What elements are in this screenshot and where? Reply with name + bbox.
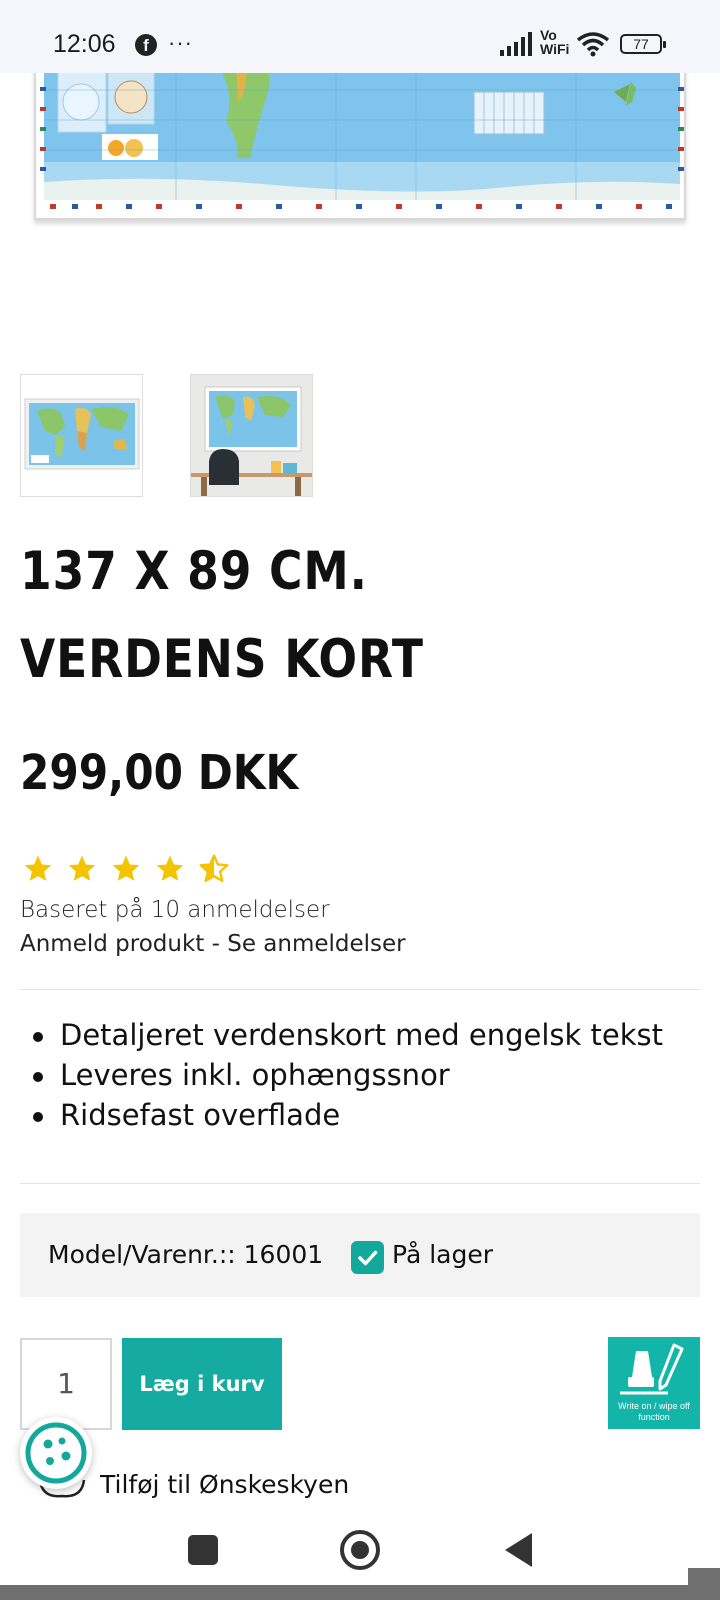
world-map-image bbox=[34, 60, 686, 220]
star-icon bbox=[68, 855, 96, 881]
stock-status: På lager bbox=[392, 1240, 494, 1269]
thumbnail-wall-image bbox=[191, 375, 312, 496]
product-main-image[interactable] bbox=[34, 60, 686, 222]
divider bbox=[20, 1183, 700, 1184]
model-number: Model/Varenr.:: 16001 bbox=[48, 1240, 324, 1269]
review-link-separator: - bbox=[204, 931, 228, 957]
star-icon bbox=[156, 855, 184, 881]
recent-apps-button[interactable] bbox=[188, 1535, 218, 1565]
write-on-wipe-off-badge: Write on / wipe off function bbox=[608, 1337, 700, 1429]
rating-stars bbox=[22, 853, 230, 885]
wifi-icon bbox=[576, 32, 610, 57]
bottom-bar bbox=[0, 1585, 720, 1600]
marker-icon bbox=[620, 1343, 684, 1395]
thumbnail-map[interactable] bbox=[20, 374, 143, 497]
battery-level: 77 bbox=[633, 36, 649, 52]
thumbnail-map-image bbox=[21, 375, 142, 496]
feature-list: Detaljeret verdenskort med engelsk tekst… bbox=[32, 1015, 663, 1135]
signal-icon bbox=[500, 32, 532, 56]
product-title: 137 X 89 CM. VERDENS KORT bbox=[20, 541, 424, 690]
rating-summary: Baseret på 10 anmeldelser bbox=[20, 897, 330, 923]
cookie-icon bbox=[25, 1422, 87, 1484]
star-icon bbox=[112, 855, 140, 881]
status-time: 12:06 bbox=[53, 30, 116, 58]
feature-item: Leveres inkl. ophængssnor bbox=[32, 1055, 663, 1095]
add-to-wishlist-link[interactable]: Tilføj til Ønskeskyen bbox=[100, 1468, 349, 1502]
write-review-link[interactable]: Anmeld produkt bbox=[20, 931, 204, 957]
facebook-icon: f bbox=[135, 34, 157, 56]
review-links: Anmeld produkt - Se anmeldelser bbox=[20, 927, 406, 961]
cookie-settings-button[interactable] bbox=[20, 1417, 92, 1489]
product-price: 299,00 DKK bbox=[20, 745, 299, 801]
status-bar: 12:06 f ··· Vo WiFi 77 bbox=[0, 0, 720, 73]
add-to-cart-button[interactable]: Læg i kurv bbox=[122, 1338, 282, 1430]
vowifi-label: Vo WiFi bbox=[540, 27, 570, 57]
star-icon bbox=[24, 855, 52, 881]
feature-item: Detaljeret verdenskort med engelsk tekst bbox=[32, 1015, 663, 1055]
battery-icon: 77 bbox=[620, 34, 666, 54]
home-button[interactable] bbox=[340, 1530, 380, 1570]
divider bbox=[20, 989, 700, 990]
more-dots-icon: ··· bbox=[168, 30, 193, 55]
back-button[interactable] bbox=[505, 1533, 532, 1567]
product-info-box: Model/Varenr.:: 16001 På lager bbox=[20, 1213, 700, 1297]
feature-item: Ridsefast overflade bbox=[32, 1095, 663, 1135]
checkmark-icon bbox=[351, 1241, 384, 1274]
see-reviews-link[interactable]: Se anmeldelser bbox=[227, 931, 405, 957]
thumbnail-map-on-wall[interactable] bbox=[190, 374, 313, 497]
system-nav-bar bbox=[0, 1515, 720, 1585]
scrollbar-handle[interactable] bbox=[688, 1568, 720, 1585]
badge-label: Write on / wipe off function bbox=[618, 1401, 690, 1422]
half-star-icon bbox=[199, 854, 229, 883]
